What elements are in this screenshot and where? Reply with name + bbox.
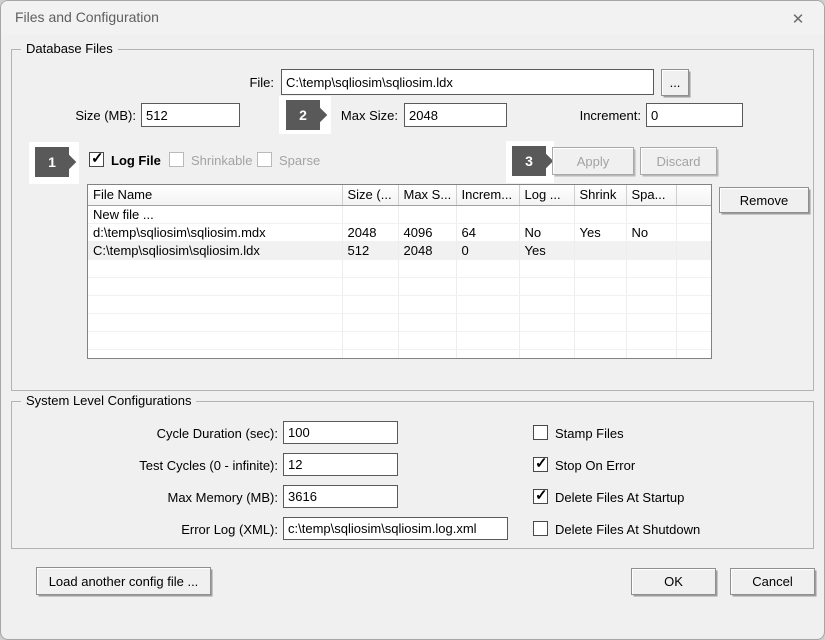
delete-files-at-shutdown-label: Delete Files At Shutdown	[555, 522, 701, 537]
max-memory-label: Max Memory (MB):	[167, 490, 279, 505]
sparse-label: Sparse	[279, 153, 321, 168]
callout-1-plate: 1	[29, 142, 79, 184]
log-file-label: Log File	[111, 153, 161, 168]
sparse-checkbox	[257, 152, 272, 167]
max-size-label: Max Size:	[340, 108, 398, 123]
cell-blank	[676, 241, 711, 260]
cell-shrink: Yes	[574, 223, 627, 242]
cell-max-size: 4096	[398, 223, 457, 242]
load-config-button[interactable]: Load another config file ...	[36, 567, 211, 595]
column-header-max-size[interactable]: Max S...	[398, 185, 457, 206]
cell-increment: 0	[456, 241, 520, 260]
cell-size: 2048	[342, 223, 399, 242]
shrinkable-label: Shrinkable	[191, 153, 253, 168]
cell-increment	[456, 205, 520, 224]
stamp-files-label: Stamp Files	[555, 426, 624, 441]
table-header-row: File Name Size (... Max S... Increm... L…	[88, 185, 711, 206]
cycle-duration-label: Cycle Duration (sec):	[156, 426, 278, 441]
column-header-log[interactable]: Log ...	[519, 185, 575, 206]
cell-sparse	[626, 241, 677, 260]
column-header-shrink[interactable]: Shrink	[574, 185, 627, 206]
shrinkable-checkbox	[169, 152, 184, 167]
table-row-empty	[88, 277, 711, 296]
close-icon[interactable]: ✕	[786, 7, 810, 31]
error-log-input[interactable]	[283, 517, 508, 540]
cell-shrink	[574, 205, 627, 224]
cell-sparse: No	[626, 223, 677, 242]
column-header-file-name[interactable]: File Name	[88, 185, 343, 206]
callout-1-badge: 1	[35, 147, 69, 177]
size-input[interactable]	[141, 103, 240, 127]
increment-label: Increment:	[579, 108, 641, 123]
cancel-button[interactable]: Cancel	[730, 568, 815, 595]
stamp-files-checkbox[interactable]	[533, 425, 548, 440]
column-header-sparse[interactable]: Spa...	[626, 185, 677, 206]
table-row-mdx[interactable]: d:\temp\sqliosim\sqliosim.mdx 2048 4096 …	[88, 223, 711, 242]
log-file-checkbox[interactable]	[89, 149, 104, 167]
discard-button[interactable]: Discard	[640, 147, 717, 175]
table-row-empty	[88, 295, 711, 314]
table-row-empty	[88, 331, 711, 350]
cell-increment: 64	[456, 223, 520, 242]
cell-sparse	[626, 205, 677, 224]
title-bar: Files and Configuration ✕	[1, 1, 824, 35]
table-row-ldx-selected[interactable]: C:\temp\sqliosim\sqliosim.ldx 512 2048 0…	[88, 241, 711, 260]
table-row-empty	[88, 313, 711, 332]
cell-log: No	[519, 223, 575, 242]
cell-log	[519, 205, 575, 224]
test-cycles-label: Test Cycles (0 - infinite):	[139, 458, 278, 473]
table-row-empty	[88, 259, 711, 278]
callout-3-plate: 3	[506, 141, 554, 183]
apply-button[interactable]: Apply	[552, 147, 634, 175]
cell-blank	[676, 223, 711, 242]
file-table: File Name Size (... Max S... Increm... L…	[88, 185, 711, 358]
max-size-input[interactable]	[404, 103, 507, 127]
cell-file-name[interactable]: New file ...	[88, 205, 343, 224]
callout-3-badge: 3	[512, 146, 546, 176]
cycle-duration-input[interactable]	[283, 421, 398, 444]
cell-max-size: 2048	[398, 241, 457, 260]
size-label: Size (MB):	[75, 108, 136, 123]
file-label: File:	[249, 75, 274, 90]
file-list: File Name Size (... Max S... Increm... L…	[87, 184, 712, 359]
test-cycles-input[interactable]	[283, 453, 398, 476]
column-header-size[interactable]: Size (...	[342, 185, 399, 206]
cell-shrink	[574, 241, 627, 260]
increment-input[interactable]	[646, 103, 743, 127]
stop-on-error-checkbox[interactable]	[533, 454, 548, 472]
database-files-group-label: Database Files	[21, 41, 118, 56]
cell-file-name[interactable]: d:\temp\sqliosim\sqliosim.mdx	[88, 223, 343, 242]
stop-on-error-label: Stop On Error	[555, 458, 636, 473]
dialog-title: Files and Configuration	[15, 9, 159, 25]
remove-button[interactable]: Remove	[719, 187, 809, 213]
error-log-label: Error Log (XML):	[181, 522, 278, 537]
cell-blank	[676, 205, 711, 224]
delete-files-at-startup-label: Delete Files At Startup	[555, 490, 685, 505]
callout-2-plate: 2	[279, 96, 331, 134]
cell-size: 512	[342, 241, 399, 260]
callout-2-badge: 2	[286, 100, 320, 130]
cell-size	[342, 205, 399, 224]
ok-button[interactable]: OK	[631, 568, 716, 595]
cell-max-size	[398, 205, 457, 224]
table-row-empty	[88, 349, 711, 358]
column-header-increment[interactable]: Increm...	[456, 185, 520, 206]
delete-files-at-startup-checkbox[interactable]	[533, 486, 548, 504]
system-config-group-label: System Level Configurations	[21, 393, 197, 408]
table-row-new-file[interactable]: New file ...	[88, 205, 711, 224]
delete-files-at-shutdown-checkbox[interactable]	[533, 521, 548, 536]
column-header-blank	[676, 185, 711, 206]
max-memory-input[interactable]	[283, 485, 398, 508]
files-and-configuration-dialog: Files and Configuration ✕ Database Files…	[0, 0, 825, 640]
cell-file-name[interactable]: C:\temp\sqliosim\sqliosim.ldx	[88, 241, 343, 260]
cell-log: Yes	[519, 241, 575, 260]
file-input[interactable]	[281, 69, 654, 95]
browse-button[interactable]: ...	[661, 69, 689, 96]
